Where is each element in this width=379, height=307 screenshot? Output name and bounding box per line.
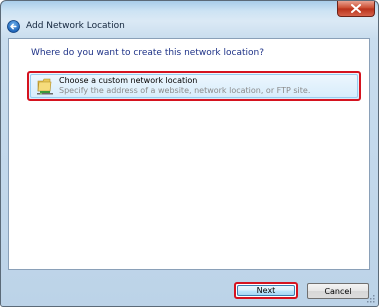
cancel-button-label: Cancel	[307, 283, 369, 299]
question-heading: Where do you want to create this network…	[31, 48, 264, 58]
cancel-button[interactable]: Cancel	[307, 283, 369, 299]
add-network-location-dialog: Add Network Location Where do you want t…	[0, 0, 379, 307]
window-title: Add Network Location	[26, 21, 125, 31]
option-description: Specify the address of a website, networ…	[59, 86, 311, 95]
resize-grip[interactable]	[367, 295, 375, 303]
title-bar: Add Network Location	[1, 1, 378, 39]
network-folder-icon	[36, 76, 54, 96]
back-button[interactable]	[7, 20, 20, 33]
option-title: Choose a custom network location	[59, 76, 198, 85]
footer-bar: Next Cancel	[1, 270, 378, 306]
resize-grip-icon	[367, 295, 375, 303]
next-button-label: Next	[237, 285, 295, 296]
custom-network-location-option[interactable]: Choose a custom network location Specify…	[27, 71, 361, 101]
close-button[interactable]	[337, 1, 375, 17]
close-icon	[351, 4, 361, 13]
back-arrow-icon	[7, 20, 20, 33]
next-button[interactable]: Next	[234, 282, 298, 299]
content-panel: Where do you want to create this network…	[8, 38, 370, 270]
